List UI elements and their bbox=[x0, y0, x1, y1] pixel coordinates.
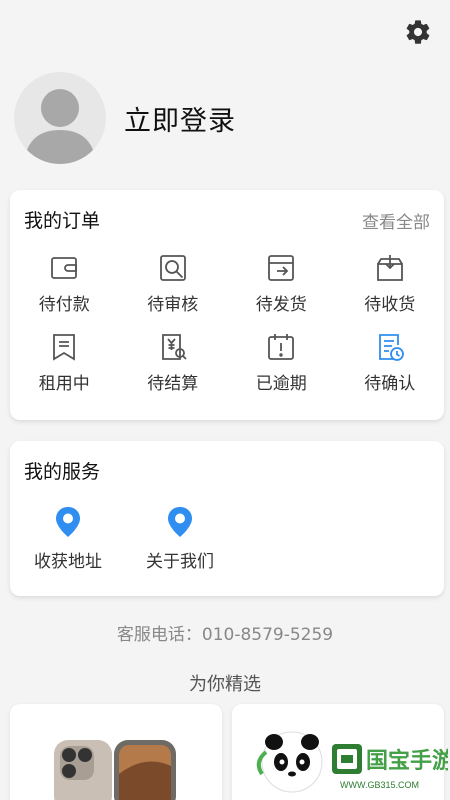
phone-product-image bbox=[54, 740, 176, 800]
service-shipping-address[interactable]: 收获地址 bbox=[26, 505, 110, 572]
service-label: 关于我们 bbox=[146, 552, 214, 572]
services-row: 收获地址 关于我们 bbox=[26, 505, 222, 572]
ship-box-icon bbox=[268, 255, 295, 281]
watermark-url: WWW.GB315.COM bbox=[340, 780, 419, 790]
yen-doc-icon bbox=[161, 334, 187, 360]
order-status-label: 租用中 bbox=[38, 374, 90, 394]
order-pending-settlement[interactable]: 待结算 bbox=[119, 331, 228, 394]
settings-gear-icon[interactable] bbox=[404, 18, 432, 46]
services-title: 我的服务 bbox=[24, 461, 101, 483]
recommended-section-title: 为你精选 bbox=[189, 674, 261, 695]
receive-box-icon bbox=[376, 255, 403, 281]
order-overdue[interactable]: 已逾期 bbox=[227, 331, 336, 394]
login-link[interactable]: 立即登录 bbox=[124, 99, 236, 138]
order-pending-review[interactable]: 待审核 bbox=[119, 252, 228, 315]
product-card[interactable] bbox=[10, 704, 222, 800]
order-status-label: 待付款 bbox=[38, 295, 90, 315]
order-status-grid: 待付款 待审核 待发货 待收货 租用中 待结算 已逾期 待确认 bbox=[10, 252, 444, 394]
default-user-icon bbox=[24, 89, 96, 164]
order-pending-confirmation[interactable]: 待确认 bbox=[336, 331, 445, 394]
location-pin-icon bbox=[168, 507, 192, 537]
service-about-us[interactable]: 关于我们 bbox=[138, 505, 222, 572]
order-status-label: 已逾期 bbox=[255, 374, 307, 394]
order-status-label: 待结算 bbox=[147, 374, 199, 394]
calendar-icon bbox=[268, 334, 295, 360]
services-card: 我的服务 收获地址 关于我们 bbox=[10, 441, 444, 596]
profile-header[interactable]: 立即登录 bbox=[14, 72, 236, 164]
orders-title: 我的订单 bbox=[24, 210, 101, 232]
avatar[interactable] bbox=[14, 72, 106, 164]
order-status-label: 待发货 bbox=[255, 295, 307, 315]
bookmark-doc-icon bbox=[53, 334, 76, 361]
order-pending-receipt[interactable]: 待收货 bbox=[336, 252, 445, 315]
order-status-label: 待收货 bbox=[364, 295, 416, 315]
watermark-logo: 国宝手游网 WWW.GB315.COM bbox=[256, 731, 448, 793]
watermark-text: 国宝手游网 bbox=[366, 748, 448, 773]
review-icon bbox=[159, 255, 186, 281]
confirm-doc-icon bbox=[378, 334, 404, 361]
view-all-orders-link[interactable]: 查看全部 bbox=[362, 208, 430, 233]
service-label: 收获地址 bbox=[34, 552, 102, 572]
order-status-label: 待审核 bbox=[147, 295, 199, 315]
orders-card: 我的订单 查看全部 待付款 待审核 待发货 待收货 租用中 待结算 已逾期 待确… bbox=[10, 190, 444, 420]
order-pending-payment[interactable]: 待付款 bbox=[10, 252, 119, 315]
order-pending-shipment[interactable]: 待发货 bbox=[227, 252, 336, 315]
location-pin-icon bbox=[56, 507, 80, 537]
order-status-label: 待确认 bbox=[364, 374, 416, 394]
order-renting[interactable]: 租用中 bbox=[10, 331, 119, 394]
customer-service-phone[interactable]: 客服电话：010-8579-5259 bbox=[0, 620, 450, 645]
wallet-icon bbox=[51, 257, 78, 279]
